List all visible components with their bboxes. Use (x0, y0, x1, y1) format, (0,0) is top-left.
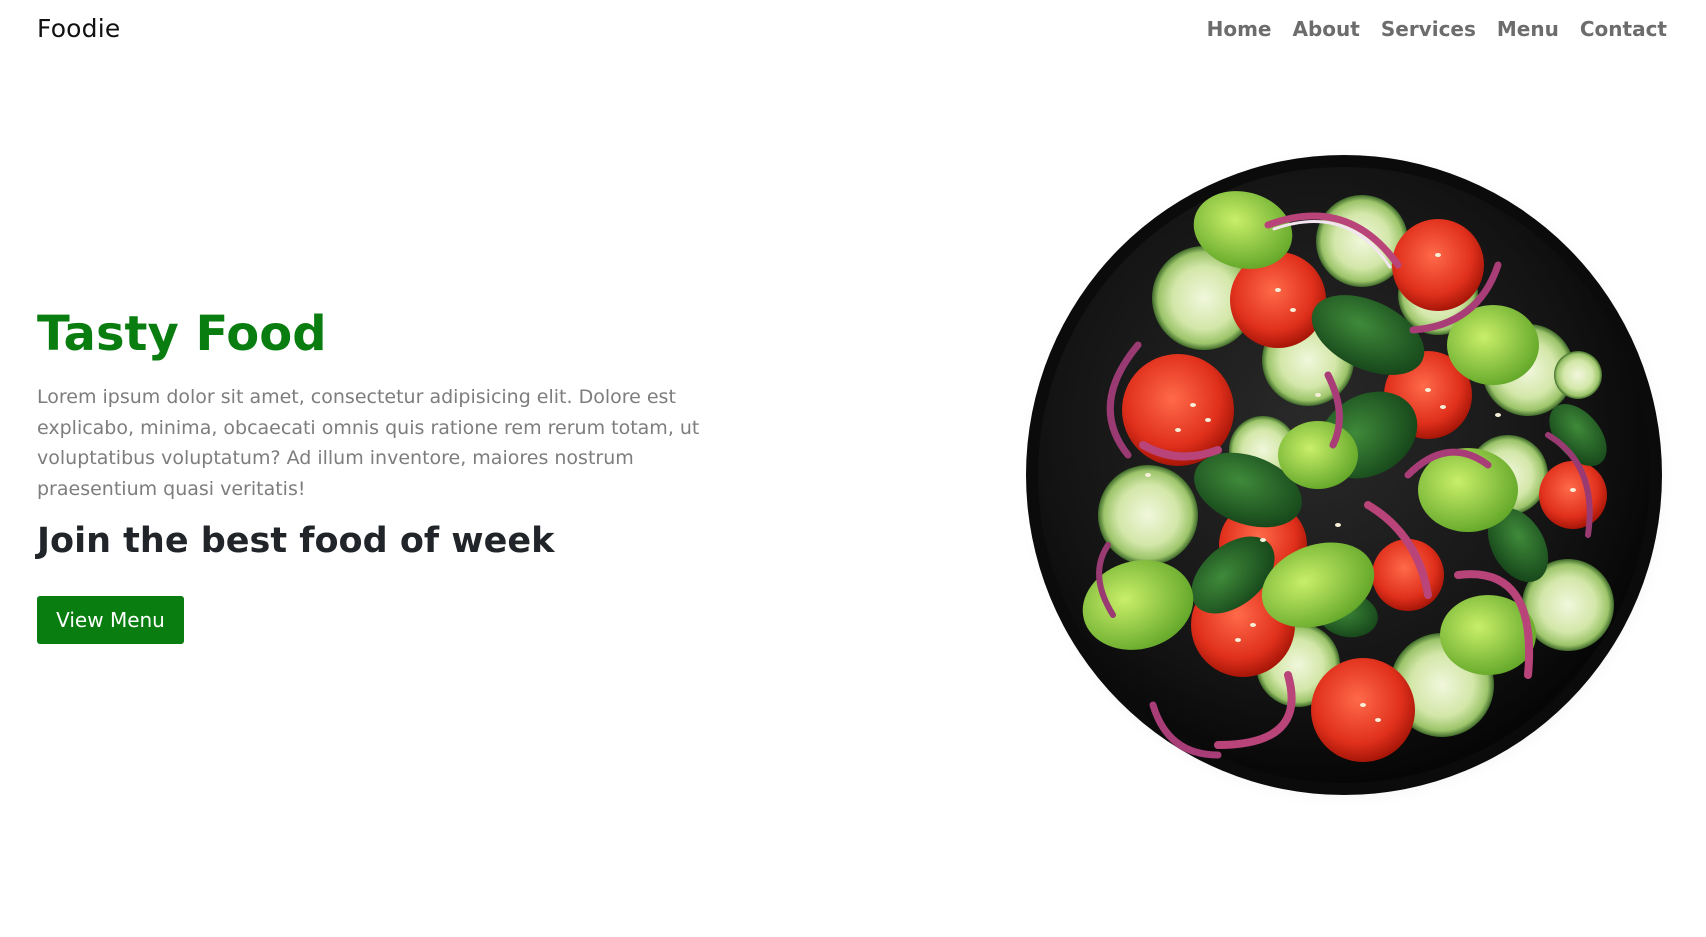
brand-logo[interactable]: Foodie (37, 14, 120, 43)
nav-link-home[interactable]: Home (1207, 17, 1272, 41)
hero-title: Tasty Food (37, 306, 327, 362)
view-menu-button[interactable]: View Menu (37, 596, 184, 644)
nav-link-services[interactable]: Services (1381, 17, 1476, 41)
nav-item-services: Services (1381, 17, 1476, 41)
nav-item-contact: Contact (1580, 17, 1667, 41)
nav-item-about: About (1293, 17, 1360, 41)
nav-links: Home About Services Menu Contact (1207, 17, 1667, 41)
navbar: Foodie Home About Services Menu Contact (0, 0, 1706, 62)
hero-subtitle: Join the best food of week (37, 521, 555, 561)
nav-link-menu[interactable]: Menu (1497, 17, 1559, 41)
hero-description: Lorem ipsum dolor sit amet, consectetur … (37, 386, 700, 500)
nav-item-home: Home (1207, 17, 1272, 41)
nav-item-menu: Menu (1497, 17, 1559, 41)
nav-link-contact[interactable]: Contact (1580, 17, 1667, 41)
salad-bowl-image (1018, 145, 1676, 811)
nav-link-about[interactable]: About (1293, 17, 1360, 41)
